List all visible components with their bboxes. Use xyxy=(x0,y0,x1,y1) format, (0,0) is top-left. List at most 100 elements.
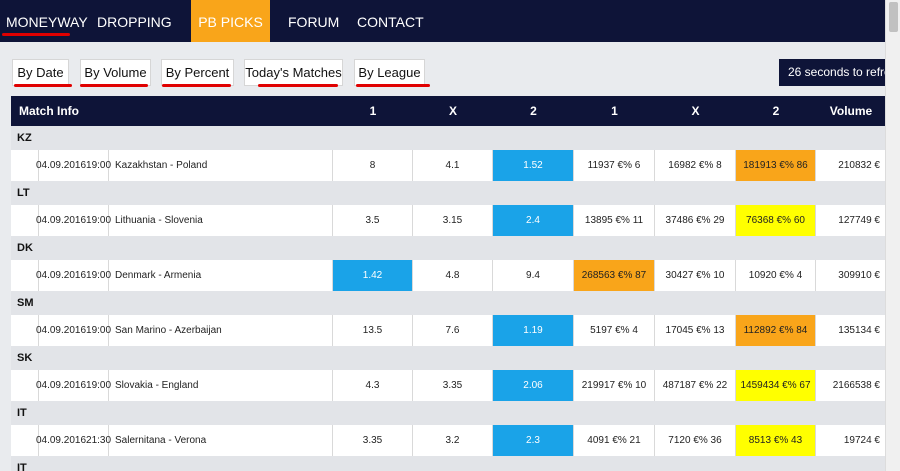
row-spacer xyxy=(11,260,39,291)
match-date: 04.09.2016 xyxy=(35,435,87,446)
header-volume[interactable]: Volume xyxy=(816,96,886,126)
money-cell: 30427 €% 10 xyxy=(655,260,736,291)
money-cell: 112892 €% 84 xyxy=(736,315,816,346)
money-amount: 219917 € xyxy=(581,380,624,391)
odd-cell[interactable]: 4.8 xyxy=(413,260,493,291)
nav-dropping-odds[interactable]: DROPPING ODDS xyxy=(97,0,187,74)
match-name[interactable]: Kazakhstan - Poland xyxy=(109,150,333,181)
header-money-2[interactable]: 2 xyxy=(736,96,816,126)
odd-cell[interactable]: 9.4 xyxy=(493,260,574,291)
odd-cell[interactable]: 3.15 xyxy=(413,205,493,236)
filter-by-league[interactable]: By League xyxy=(354,59,425,86)
money-amount: 11937 € xyxy=(587,160,624,171)
match-name[interactable]: Denmark - Armenia xyxy=(109,260,333,291)
money-cell: 11937 €% 6 xyxy=(574,150,655,181)
league-header: LT xyxy=(11,181,886,205)
money-amount: 8513 € xyxy=(748,435,780,446)
money-amount: 1459434 € xyxy=(740,380,788,391)
odd-cell[interactable]: 4.1 xyxy=(413,150,493,181)
header-odd-x[interactable]: X xyxy=(413,96,493,126)
money-amount: 112892 € xyxy=(743,325,785,336)
table-row[interactable]: 04.09.2016 19:00 Lithuania - Slovenia 3.5 3.… xyxy=(11,205,886,236)
odd-cell[interactable]: 2.4 xyxy=(493,205,574,236)
odd-cell[interactable]: 3.35 xyxy=(333,425,413,456)
money-percent: % 84 xyxy=(784,325,808,336)
money-percent: % 11 xyxy=(621,215,644,226)
odd-cell[interactable]: 13.5 xyxy=(333,315,413,346)
refresh-countdown: 26 seconds to refresh xyxy=(779,59,889,86)
nav-forum[interactable]: FORUM xyxy=(288,0,339,42)
money-cell: 181913 €% 86 xyxy=(736,150,816,181)
row-spacer xyxy=(11,370,39,401)
table-row[interactable]: 04.09.2016 19:00 Denmark - Armenia 1.42 4.8 9… xyxy=(11,260,886,291)
odd-cell[interactable]: 3.2 xyxy=(413,425,493,456)
moneyway-underline xyxy=(2,33,70,36)
odd-cell[interactable]: 8 xyxy=(333,150,413,181)
table-row[interactable]: 04.09.2016 19:00 San Marino - Azerbaijan 13… xyxy=(11,315,886,346)
money-percent: % 10 xyxy=(701,270,725,281)
filter-by-date[interactable]: By Date xyxy=(12,59,69,86)
filter-underline-todays xyxy=(258,84,338,87)
money-cell: 10920 €% 4 xyxy=(736,260,816,291)
odd-cell[interactable]: 2.06 xyxy=(493,370,574,401)
odd-cell[interactable]: 1.42 xyxy=(333,260,413,291)
filter-todays-matches[interactable]: Today's Matches xyxy=(244,59,343,86)
header-odd-2[interactable]: 2 xyxy=(493,96,574,126)
league-header: IT xyxy=(11,401,886,425)
header-odd-1[interactable]: 1 xyxy=(333,96,413,126)
row-spacer xyxy=(11,150,39,181)
vertical-scrollbar[interactable] xyxy=(885,0,900,471)
odd-cell[interactable]: 7.6 xyxy=(413,315,493,346)
filter-underline-percent xyxy=(162,84,231,87)
filter-underline-league xyxy=(356,84,430,87)
money-amount: 268563 € xyxy=(581,270,624,281)
top-nav: MONEYWAY DROPPING ODDS PB PICKS FORUM CO… xyxy=(0,0,885,74)
scrollbar-thumb[interactable] xyxy=(889,2,898,32)
money-amount: 76368 € xyxy=(746,215,783,226)
filter-underline-date xyxy=(14,84,72,87)
nav-contact[interactable]: CONTACT xyxy=(357,0,424,42)
header-money-1[interactable]: 1 xyxy=(574,96,655,126)
money-percent: % 43 xyxy=(779,435,803,446)
odd-cell[interactable]: 2.3 xyxy=(493,425,574,456)
league-header: SK xyxy=(11,346,886,370)
money-amount: 487187 € xyxy=(662,380,705,391)
volume-cell: 2166538 € xyxy=(832,380,880,391)
volume-cell: 135134 € xyxy=(838,325,880,336)
odd-cell[interactable]: 4.3 xyxy=(333,370,413,401)
money-amount: 13895 € xyxy=(584,215,622,226)
table-row[interactable]: 04.09.2016 19:00 Slovakia - England 4.3 3.35… xyxy=(11,370,886,401)
money-percent: % 8 xyxy=(704,160,722,171)
match-date: 04.09.2016 xyxy=(35,325,87,336)
nav-pb-picks[interactable]: PB PICKS xyxy=(191,0,270,42)
match-date: 04.09.2016 xyxy=(35,270,87,281)
filter-by-volume[interactable]: By Volume xyxy=(80,59,151,86)
money-percent: % 6 xyxy=(623,160,641,171)
money-amount: 181913 € xyxy=(743,160,785,171)
table-row[interactable]: 04.09.2016 19:00 Kazakhstan - Poland 8 4.1 1.… xyxy=(11,150,886,181)
table-body: KZ 04.09.2016 19:00 Kazakhstan - Poland 8 4.1… xyxy=(11,126,886,471)
money-cell: 17045 €% 13 xyxy=(655,315,736,346)
money-cell: 37486 €% 29 xyxy=(655,205,736,236)
match-datetime: 04.09.2016 19:00 xyxy=(36,370,111,401)
match-name[interactable]: Lithuania - Slovenia xyxy=(109,205,333,236)
match-name[interactable]: Salernitana - Verona xyxy=(109,425,333,456)
odd-cell[interactable]: 3.35 xyxy=(413,370,493,401)
table-row[interactable]: 04.09.2016 21:30 Salernitana - Verona 3.35 3… xyxy=(11,425,886,456)
match-date: 04.09.2016 xyxy=(35,215,87,226)
filter-by-percent[interactable]: By Percent xyxy=(161,59,234,86)
match-datetime: 04.09.2016 19:00 xyxy=(36,150,111,181)
money-amount: 10920 € xyxy=(748,270,785,281)
match-datetime: 04.09.2016 19:00 xyxy=(35,205,111,236)
odd-cell[interactable]: 1.19 xyxy=(493,315,574,346)
money-amount: 17045 € xyxy=(665,325,702,336)
money-amount: 30427 € xyxy=(665,270,702,281)
match-name[interactable]: San Marino - Azerbaijan xyxy=(109,315,333,346)
odd-cell[interactable]: 3.5 xyxy=(333,205,413,236)
odd-cell[interactable]: 1.52 xyxy=(493,150,574,181)
row-spacer xyxy=(11,425,39,456)
header-money-x[interactable]: X xyxy=(655,96,736,126)
match-name[interactable]: Slovakia - England xyxy=(109,370,333,401)
row-spacer xyxy=(11,315,39,346)
money-cell: 5197 €% 4 xyxy=(574,315,655,346)
